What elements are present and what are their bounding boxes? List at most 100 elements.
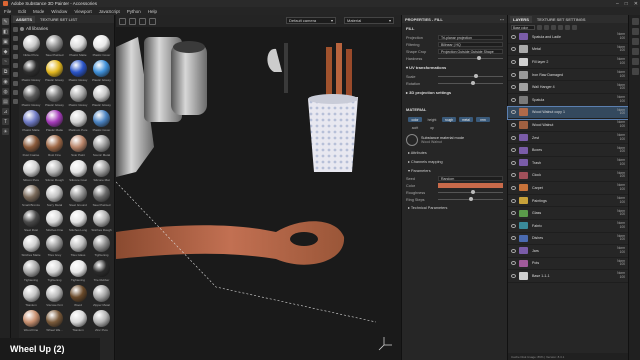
roughness-slider[interactable] — [438, 190, 503, 195]
visibility-eye-icon[interactable] — [511, 223, 516, 228]
asset-tile[interactable]: Tightening — [91, 235, 113, 258]
alphas-icon[interactable] — [12, 63, 18, 68]
material-picker-icon[interactable]: ◍ — [2, 88, 9, 95]
text-icon[interactable]: T — [2, 118, 9, 125]
layer-blend-opacity[interactable]: Norm 100 — [607, 171, 625, 179]
shape-crop-select[interactable]: Projection Outside Outside Shape — [438, 48, 503, 55]
projection-select[interactable]: Tri-planar projection — [438, 34, 503, 41]
asset-tile[interactable]: Viscose Knit — [44, 285, 66, 308]
layer-blend-opacity[interactable]: Norm 100 — [607, 146, 625, 154]
layer-blend-opacity[interactable]: Norm 100 — [607, 133, 625, 141]
layer-folder[interactable]: Jars Norm 100 — [508, 245, 628, 258]
asset-tile[interactable]: Steel Painted — [44, 35, 66, 58]
layer-folder[interactable]: Trash Norm 100 — [508, 157, 628, 170]
bake-icon[interactable]: ▤ — [2, 98, 9, 105]
asset-breadcrumb[interactable]: All libraries — [20, 25, 48, 32]
layer-folder[interactable]: Paintings Norm 100 — [508, 195, 628, 208]
visibility-eye-icon[interactable] — [511, 47, 516, 52]
layer-row[interactable]: Spatula Norm 100 — [508, 94, 628, 107]
layer-blend-opacity[interactable]: Norm 100 — [607, 272, 625, 279]
tab-texture-set-list[interactable]: TEXTURE SET LIST — [37, 16, 80, 23]
color-picker-icon[interactable]: ◉ — [2, 78, 9, 85]
asset-tile[interactable]: Tiles Glass — [67, 235, 89, 258]
asset-tile[interactable]: Tightening — [67, 260, 89, 283]
menu-help[interactable]: Help — [148, 9, 157, 14]
parameters-section[interactable]: ▾ Parameters — [402, 166, 507, 175]
layer-row[interactable]: Wood Walnut Norm 100 — [508, 119, 628, 132]
add-layer-icon[interactable] — [537, 24, 542, 30]
layer-blend-opacity[interactable]: Norm 100 — [607, 83, 625, 91]
attributes-section[interactable]: ▸ Attributes — [402, 148, 507, 157]
asset-tile[interactable]: Plastic Glossy — [20, 85, 42, 108]
symmetry-icon[interactable] — [129, 17, 136, 25]
menu-edit[interactable]: Edit — [18, 9, 26, 14]
layer-row[interactable]: Base 1-1-1 Norm 100 — [508, 270, 628, 283]
asset-tile[interactable]: Sorry Metal — [44, 185, 66, 208]
asset-tile[interactable]: Steel Rust — [20, 210, 42, 233]
asset-tile[interactable]: Platinum Pure — [67, 110, 89, 133]
asset-tile[interactable]: Plastic Glossy — [67, 60, 89, 83]
asset-tile[interactable]: Titanium — [20, 285, 42, 308]
view-mode-select[interactable]: Material ▾ — [344, 17, 394, 24]
layer-blend-opacity[interactable]: Norm 100 — [607, 121, 625, 128]
asset-tile[interactable]: Silicon Pure — [20, 160, 42, 183]
layer-folder[interactable]: Pots Norm 100 — [508, 258, 628, 271]
asset-tile[interactable]: Plastic Matte — [20, 110, 42, 133]
asset-tile[interactable]: Tightening — [44, 260, 66, 283]
delete-layer-icon[interactable] — [572, 24, 577, 30]
asset-tile[interactable]: Zipper Metal — [91, 285, 113, 308]
scene-render[interactable] — [116, 27, 401, 360]
menu-window[interactable]: Window — [51, 9, 67, 14]
visibility-eye-icon[interactable] — [511, 248, 516, 253]
channel-height-button[interactable]: height — [425, 117, 439, 122]
asset-tile[interactable]: Silicone Coat — [67, 160, 89, 183]
channel-rough-button[interactable]: rough — [442, 117, 456, 122]
uv-section-title[interactable]: ▾ UV transformations — [402, 62, 507, 73]
visibility-eye-icon[interactable] — [511, 85, 516, 90]
layer-folder[interactable]: Clock Norm 100 — [508, 170, 628, 183]
iray-icon[interactable]: ☀ — [2, 128, 9, 135]
camera-icon[interactable] — [119, 17, 126, 25]
asset-tile[interactable]: Silicon Rough — [44, 160, 66, 183]
lighting-icon[interactable] — [139, 17, 146, 25]
layer-folder[interactable]: Glass Norm 100 — [508, 207, 628, 220]
asset-tile[interactable]: Plastic Glossy — [67, 85, 89, 108]
layer-row[interactable]: Wood Walnut copy 1 Norm 100 — [507, 105, 629, 121]
smart-materials-icon[interactable] — [12, 45, 18, 50]
color-swatch[interactable] — [438, 183, 503, 188]
menu-python[interactable]: Python — [127, 9, 141, 14]
seed-value[interactable]: Random — [438, 175, 503, 182]
textures-icon[interactable] — [12, 72, 18, 77]
menu-file[interactable]: File — [4, 9, 11, 14]
asset-tile[interactable]: Scenic Metal — [91, 135, 113, 158]
asset-tile[interactable]: Wood Fine — [20, 310, 42, 333]
clone-icon[interactable]: ⧉ — [2, 68, 9, 75]
add-fill-icon[interactable] — [544, 24, 549, 30]
channel-op-button[interactable]: op — [425, 125, 439, 130]
polygon-fill-icon[interactable]: ◆ — [2, 48, 9, 55]
history-dock-icon[interactable] — [631, 48, 639, 55]
asset-tile[interactable]: Tire Rubber — [91, 260, 113, 283]
channel-nrm-button[interactable]: nrm — [476, 117, 490, 122]
asset-tile[interactable]: Plastic Glossy — [91, 60, 113, 83]
asset-tile[interactable]: Silicone Mat — [91, 160, 113, 183]
asset-tile[interactable]: Plastic Matte — [67, 35, 89, 58]
layer-folder[interactable]: Dishes Norm 100 — [508, 233, 628, 246]
asset-tile[interactable]: Plastic Glossy — [44, 60, 66, 83]
visibility-eye-icon[interactable] — [511, 261, 516, 266]
layer-blend-opacity[interactable]: Norm 100 — [607, 209, 625, 217]
asset-tile[interactable]: Stitches Fine — [44, 210, 66, 233]
layer-folder[interactable]: Fabric Norm 100 — [508, 220, 628, 233]
asset-tile[interactable]: Wheel Wa... — [44, 310, 66, 333]
layer-blend-opacity[interactable]: Norm 100 — [607, 221, 625, 229]
layer-blend-opacity[interactable]: Norm 100 — [607, 33, 625, 40]
generators-icon[interactable] — [12, 90, 18, 95]
material-mode-row[interactable]: Substance material mode Wood Walnut — [402, 132, 507, 148]
layer-blend-opacity[interactable]: Norm 100 — [607, 45, 625, 53]
channel-ao-button[interactable]: ao/rt — [408, 125, 422, 130]
asset-tile[interactable]: Titanium — [67, 310, 89, 333]
asset-tile[interactable]: Tightening — [20, 260, 42, 283]
materials-icon[interactable] — [12, 36, 18, 41]
layer-row[interactable]: Fill layer 2 Norm 100 — [508, 56, 628, 69]
visibility-eye-icon[interactable] — [511, 198, 516, 203]
